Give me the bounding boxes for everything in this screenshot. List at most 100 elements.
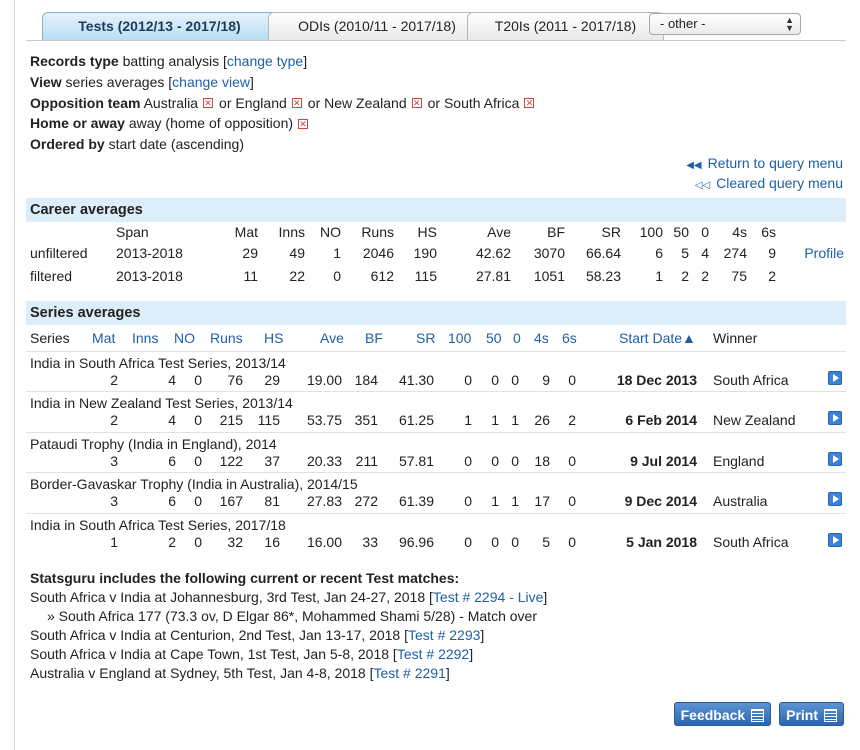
career-cell: 2013-2018: [116, 267, 183, 284]
other-select-value: - other -: [660, 16, 706, 31]
recent-match-link[interactable]: Test # 2294 - Live: [433, 589, 544, 605]
recent-match-link[interactable]: Test # 2293: [408, 627, 480, 643]
series-cell: 0: [491, 452, 499, 469]
series-header-cell: Series: [30, 330, 70, 346]
series-cell: 4: [168, 412, 176, 429]
series-header-cell[interactable]: Runs: [210, 330, 243, 346]
recent-match-text: South Africa v India at Centurion, 2nd T…: [30, 627, 401, 643]
career-cell: 27.81: [475, 267, 511, 284]
series-header-cell[interactable]: 50: [486, 330, 502, 346]
remove-england-icon[interactable]: ✕: [291, 97, 302, 108]
tab-divider: [26, 40, 846, 41]
return-query-link[interactable]: Return to query menu: [708, 155, 843, 171]
recent-match-text: South Africa v India at Johannesburg, 3r…: [30, 589, 426, 605]
tab-t20is[interactable]: T20Is (2011 - 2017/18): [467, 12, 664, 40]
series-cell: 184: [354, 372, 378, 388]
career-cell: 22: [289, 267, 305, 284]
series-header-cell[interactable]: HS: [264, 330, 283, 346]
series-winner: South Africa: [713, 533, 789, 550]
career-cell: 115: [414, 267, 437, 284]
series-cell: 351: [354, 412, 378, 429]
series-cell: 2: [110, 372, 118, 388]
printer-icon: [824, 709, 837, 722]
start-date-sort-header[interactable]: Start Date▲: [619, 330, 696, 346]
series-cell: 61.25: [398, 412, 434, 429]
series-cell: 0: [464, 493, 472, 510]
career-header-cell: [776, 222, 846, 242]
or-text: or: [427, 94, 441, 111]
cleared-query-link[interactable]: Cleared query menu: [716, 175, 843, 191]
recent-match-link[interactable]: Test # 2291: [373, 665, 445, 681]
series-header-cell[interactable]: Ave: [320, 330, 344, 346]
opposition-team-new-zealand: New Zealand: [324, 94, 407, 111]
tab-tests[interactable]: Tests (2012/13 - 2017/18): [42, 12, 277, 40]
records-type-row: Records type batting analysis [change ty…: [30, 53, 308, 69]
series-header-cell[interactable]: 100: [448, 330, 471, 346]
series-cell: 0: [194, 533, 202, 550]
series-header-cell[interactable]: 6s: [562, 330, 577, 346]
series-name: Border-Gavaskar Trophy (India in Austral…: [30, 476, 358, 493]
series-header-cell[interactable]: SR: [416, 330, 435, 346]
career-header-cell: Span: [116, 224, 149, 240]
series-row: India in South Africa Test Series, 2013/…: [26, 351, 846, 391]
series-winner: Australia: [713, 493, 768, 510]
recent-match-link[interactable]: Test # 2292: [397, 646, 469, 662]
series-cell: 6: [168, 493, 176, 510]
career-cell: 5: [681, 245, 689, 262]
series-header-cell[interactable]: 0: [513, 330, 521, 346]
remove-new-zealand-icon[interactable]: ✕: [411, 97, 422, 108]
play-icon[interactable]: [828, 532, 842, 547]
series-cell: 26: [534, 412, 550, 429]
remove-south-africa-icon[interactable]: ✕: [524, 97, 535, 108]
series-start-date: 18 Dec 2013: [616, 372, 697, 388]
series-header-cell[interactable]: Mat: [92, 330, 115, 346]
series-cell: 0: [194, 372, 202, 388]
series-cell: 0: [511, 533, 519, 550]
change-view-link[interactable]: change view: [172, 74, 250, 90]
series-cell: 96.96: [398, 533, 434, 550]
feedback-button[interactable]: Feedback: [673, 702, 772, 726]
series-cell: 76: [227, 372, 243, 388]
remove-australia-icon[interactable]: ✕: [203, 97, 214, 108]
records-type-value: batting analysis: [122, 53, 220, 69]
view-row: View series averages [change view]: [30, 73, 254, 90]
series-winner: South Africa: [713, 372, 789, 388]
series-cell: 32: [227, 533, 243, 550]
series-cell: 57.81: [398, 452, 434, 469]
series-header-cell[interactable]: BF: [365, 330, 383, 346]
series-cell: 81: [264, 493, 280, 510]
remove-home-away-icon[interactable]: ✕: [298, 118, 309, 129]
play-icon[interactable]: [828, 371, 842, 385]
career-row-filtered: filtered 2013-2018 11 22 0 612 115 27.81…: [26, 265, 846, 288]
series-header-cell[interactable]: 4s: [534, 330, 549, 346]
career-cell: filtered: [30, 267, 73, 284]
career-cell: unfiltered: [30, 245, 88, 262]
recent-match-line: Australia v England at Sydney, 5th Test,…: [30, 665, 450, 681]
career-header-cell: NO: [320, 224, 341, 240]
series-header-cell[interactable]: Inns: [132, 330, 158, 346]
play-icon[interactable]: [828, 451, 842, 466]
play-icon[interactable]: [828, 492, 842, 507]
series-averages-heading: Series averages: [26, 301, 846, 325]
profile-link[interactable]: Profile: [804, 245, 844, 261]
career-cell: 2: [768, 267, 776, 284]
series-cell: 0: [568, 533, 576, 550]
tab-odis[interactable]: ODIs (2010/11 - 2017/18): [268, 12, 486, 40]
other-format-select[interactable]: - other - ▲ ▼: [649, 13, 801, 35]
career-cell: 58.23: [585, 267, 621, 284]
career-header-cell: Runs: [361, 224, 394, 240]
series-name: India in New Zealand Test Series, 2013/1…: [30, 395, 293, 412]
series-cell: 0: [491, 533, 499, 550]
print-button[interactable]: Print: [779, 702, 844, 726]
series-header-cell[interactable]: NO: [174, 330, 195, 346]
career-cell: 42.62: [475, 245, 511, 262]
opposition-team-australia: Australia: [143, 94, 199, 111]
series-cell: 3: [110, 493, 118, 510]
play-icon[interactable]: [828, 411, 842, 426]
series-cell: 0: [464, 452, 472, 469]
career-cell: 1: [655, 267, 663, 284]
series-cell: 18: [534, 452, 550, 469]
series-cell: 33: [362, 533, 378, 550]
career-cell: 29: [242, 245, 258, 262]
change-type-link[interactable]: change type: [227, 53, 303, 69]
